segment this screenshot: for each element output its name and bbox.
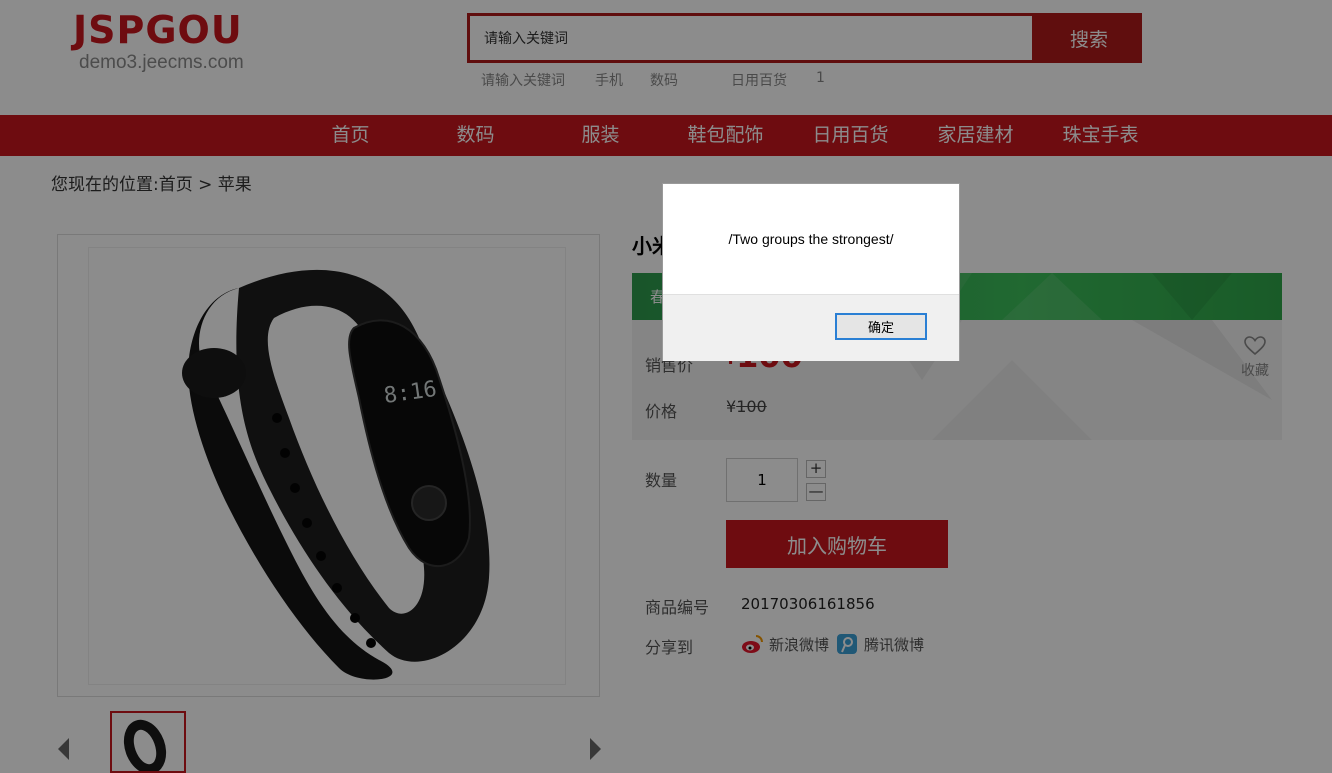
alert-ok-button[interactable]: 确定 [835,313,927,340]
modal-overlay [0,0,1332,773]
alert-message: /Two groups the strongest/ [728,231,894,247]
alert-dialog: /Two groups the strongest/ 确定 [662,183,960,361]
alert-footer: 确定 [663,294,959,361]
